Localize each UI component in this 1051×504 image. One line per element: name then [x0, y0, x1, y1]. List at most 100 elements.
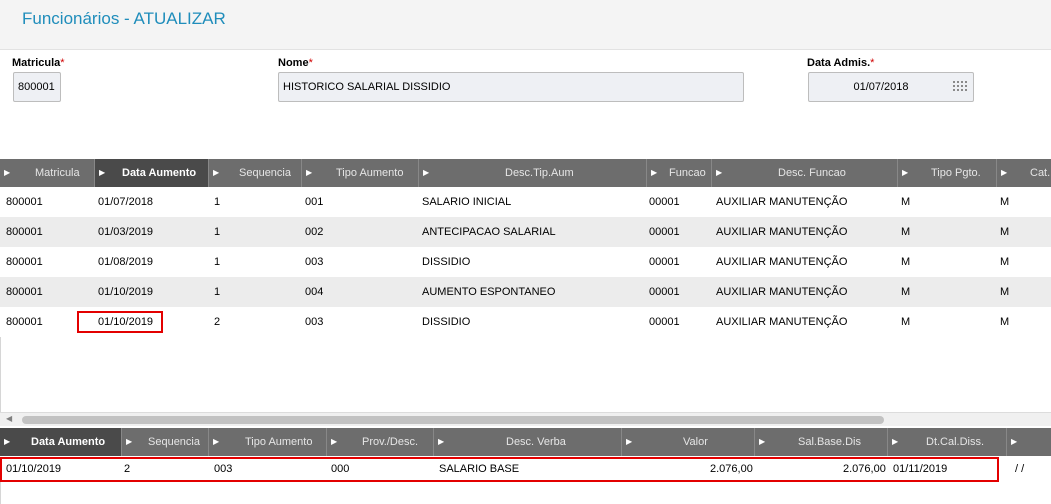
sort-arrow-icon: ▶	[213, 168, 220, 177]
cell-desc-funcao: AUXILIAR MANUTENÇÃO	[716, 286, 848, 298]
sort-arrow-icon: ▶	[126, 437, 133, 446]
cell-funcao: 00001	[649, 226, 680, 238]
data-admis-field[interactable]: 01/07/2018	[808, 72, 974, 102]
cell-extra-date: / /	[1015, 463, 1025, 475]
cell-desc-tip-aum: DISSIDIO	[422, 316, 471, 328]
cell-funcao: 00001	[649, 316, 680, 328]
cell-sequencia: 2	[214, 316, 221, 328]
grid1-col-tipo-pgto[interactable]: ▶ Tipo Pgto.	[898, 159, 997, 187]
cell-data-aumento: 01/08/2019	[98, 256, 154, 268]
data-admis-label-text: Data Admis.	[807, 57, 871, 69]
grid2-body-empty	[0, 482, 1051, 504]
grid1-col-funcao[interactable]: ▶ Funcao	[647, 159, 712, 187]
cell-matricula: 800001	[6, 256, 43, 268]
sort-arrow-icon: ▶	[4, 437, 11, 446]
cell-tipo-aumento: 001	[305, 196, 324, 208]
table-row[interactable]: 800001 01/03/2019 1 002 ANTECIPACAO SALA…	[0, 217, 1051, 247]
cell-tipo-pgto: M	[901, 256, 911, 268]
cell-cat: M	[1000, 226, 1010, 238]
cell-tipo-aumento: 004	[305, 286, 324, 298]
page-title: Funcionários - ATUALIZAR	[22, 9, 226, 28]
cell-cat: M	[1000, 316, 1010, 328]
data-admis-label: Data Admis.*	[807, 57, 874, 69]
column-label: Tipo Aumento	[336, 167, 404, 179]
sort-arrow-icon: ▶	[306, 168, 313, 177]
data-admis-value: 01/07/2018	[853, 81, 909, 93]
required-mark: *	[60, 57, 65, 69]
cell-tipo-pgto: M	[901, 316, 911, 328]
column-label: Prov./Desc.	[362, 436, 419, 448]
cell-desc-tip-aum: SALARIO INICIAL	[422, 196, 512, 208]
sort-arrow-icon: ▶	[892, 437, 899, 446]
cell-funcao: 00001	[649, 286, 680, 298]
nome-field[interactable]: HISTORICO SALARIAL DISSIDIO	[278, 72, 744, 102]
column-label: Desc. Funcao	[778, 167, 846, 179]
column-label: Data Aumento	[31, 436, 106, 448]
cell-funcao: 00001	[649, 256, 680, 268]
sort-arrow-icon: ▶	[1001, 168, 1008, 177]
cell-cat: M	[1000, 256, 1010, 268]
sort-arrow-icon: ▶	[651, 168, 658, 177]
column-label: Funcao	[669, 167, 706, 179]
sort-arrow-icon: ▶	[1011, 437, 1018, 446]
sort-arrow-icon: ▶	[716, 168, 723, 177]
table-row[interactable]: 800001 01/10/2019 1 004 AUMENTO ESPONTAN…	[0, 277, 1051, 307]
cell-matricula: 800001	[6, 226, 43, 238]
cell-desc-funcao: AUXILIAR MANUTENÇÃO	[716, 226, 848, 238]
grid2-col-desc-verba[interactable]: ▶ Desc. Verba	[434, 428, 622, 456]
required-mark: *	[870, 57, 875, 69]
cell-cat: M	[1000, 286, 1010, 298]
grid2-col-valor[interactable]: ▶ Valor	[622, 428, 755, 456]
cell-data-aumento: 01/10/2019	[98, 286, 154, 298]
cell-matricula: 800001	[6, 286, 43, 298]
cell-sequencia: 1	[214, 196, 221, 208]
cell-sequencia: 1	[214, 226, 221, 238]
cell-desc-funcao: AUXILIAR MANUTENÇÃO	[716, 316, 848, 328]
cell-cat: M	[1000, 196, 1010, 208]
sort-arrow-icon: ▶	[99, 168, 106, 177]
grid1-col-desc-tip-aum[interactable]: ▶ Desc.Tip.Aum	[419, 159, 647, 187]
cell-tipo-pgto: M	[901, 286, 911, 298]
column-label: Desc. Verba	[506, 436, 566, 448]
grid1-col-tipo-aumento[interactable]: ▶ Tipo Aumento	[302, 159, 419, 187]
grid1-col-cat[interactable]: ▶ Cat.	[997, 159, 1051, 187]
cell-tipo-aumento: 002	[305, 226, 324, 238]
grid2-header: ▶ Data Aumento ▶ Sequencia ▶ Tipo Aumento ▶…	[0, 428, 1051, 456]
column-label: Desc.Tip.Aum	[505, 167, 574, 179]
cell-tipo-pgto: M	[901, 226, 911, 238]
column-label: Sequencia	[148, 436, 200, 448]
sort-arrow-icon: ▶	[213, 437, 220, 446]
title-bar: Funcionários - ATUALIZAR	[0, 0, 1051, 50]
scroll-left-icon[interactable]: ◀	[6, 414, 12, 423]
grid1-col-matricula[interactable]: ▶ Matricula	[0, 159, 95, 187]
sort-arrow-icon: ▶	[423, 168, 430, 177]
calendar-icon[interactable]	[953, 81, 967, 93]
row-highlight-box	[0, 457, 999, 482]
cell-tipo-aumento: 003	[305, 256, 324, 268]
table-row[interactable]: 800001 01/07/2018 1 001 SALARIO INICIAL …	[0, 187, 1051, 217]
grid2-col-prov-desc[interactable]: ▶ Prov./Desc.	[327, 428, 434, 456]
grid1-col-sequencia[interactable]: ▶ Sequencia	[209, 159, 302, 187]
grid2-col-sal-base-dis[interactable]: ▶ Sal.Base.Dis	[755, 428, 888, 456]
matricula-label-text: Matricula	[12, 57, 61, 69]
scrollbar-thumb[interactable]	[22, 416, 884, 424]
cell-data-aumento: 01/03/2019	[98, 226, 154, 238]
matricula-field[interactable]: 800001	[13, 72, 61, 102]
sort-arrow-icon: ▶	[4, 168, 11, 177]
sort-arrow-icon: ▶	[902, 168, 909, 177]
cell-sequencia: 1	[214, 256, 221, 268]
grid2-col-extra[interactable]: ▶	[1007, 428, 1051, 456]
grid1-col-data-aumento[interactable]: ▶ Data Aumento	[95, 159, 209, 187]
grid1-col-desc-funcao[interactable]: ▶ Desc. Funcao	[712, 159, 898, 187]
grid2-col-tipo-aumento[interactable]: ▶ Tipo Aumento	[209, 428, 327, 456]
horizontal-scrollbar[interactable]: ◀	[0, 412, 1051, 426]
grid2-col-dt-cal-diss[interactable]: ▶ Dt.Cal.Diss.	[888, 428, 1007, 456]
cell-tipo-aumento: 003	[305, 316, 324, 328]
sort-arrow-icon: ▶	[438, 437, 445, 446]
nome-label: Nome*	[278, 57, 313, 69]
cell-funcao: 00001	[649, 196, 680, 208]
column-label: Tipo Aumento	[245, 436, 313, 448]
table-row[interactable]: 800001 01/08/2019 1 003 DISSIDIO 00001 A…	[0, 247, 1051, 277]
grid2-col-data-aumento[interactable]: ▶ Data Aumento	[0, 428, 122, 456]
grid2-col-sequencia[interactable]: ▶ Sequencia	[122, 428, 209, 456]
